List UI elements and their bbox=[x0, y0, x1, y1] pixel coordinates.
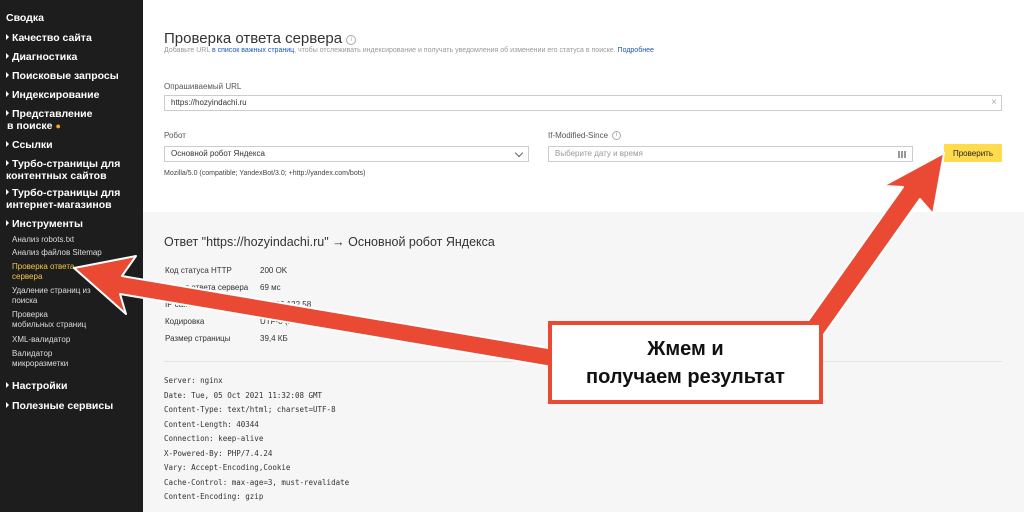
sidebar-item-search-appearance[interactable]: Представление в поиске ● bbox=[6, 108, 92, 132]
encoding-key: Кодировка bbox=[165, 317, 205, 326]
ip-value: 185.26.122.58 bbox=[260, 300, 312, 309]
check-form-panel: Проверка ответа сервера i Добавьте URL в … bbox=[143, 0, 1024, 212]
sidebar-item-settings[interactable]: Настройки bbox=[6, 380, 67, 392]
triangle-right-icon bbox=[6, 189, 9, 195]
header-line: X-Powered-By: PHP/7.4.24 bbox=[164, 449, 273, 458]
header-line: Content-Length: 40344 bbox=[164, 420, 259, 429]
info-icon[interactable]: i bbox=[612, 131, 622, 140]
important-pages-link[interactable]: в список важных страниц bbox=[212, 47, 294, 54]
ip-key: IP сайта bbox=[165, 300, 196, 309]
sidebar-subitem-xml-validator[interactable]: XML-валидатор bbox=[12, 335, 70, 345]
page-subtitle: Добавьте URL в список важных страниц, чт… bbox=[164, 47, 654, 54]
header-line: Server: nginx bbox=[164, 376, 223, 385]
annotation-callout: Жмем и получаем результат bbox=[548, 321, 823, 404]
response-time-key: Время ответа сервера bbox=[165, 283, 249, 292]
if-modified-since-label: If-Modified-Since i bbox=[548, 131, 622, 140]
response-title: Ответ "https://hozyindachi.ru" → Основно… bbox=[164, 235, 495, 249]
triangle-right-icon bbox=[6, 91, 9, 97]
robot-select[interactable]: Основной робот Яндекса bbox=[164, 146, 529, 162]
sidebar-subitem-markup-validator[interactable]: Валидатор микроразметки bbox=[12, 349, 68, 369]
encoding-value: UTF-8 (ISO-8859-1-utf-8, UTF8) bbox=[260, 317, 375, 326]
sidebar-subitem-remove-pages[interactable]: Удаление страниц из поиска bbox=[12, 286, 91, 306]
triangle-right-icon bbox=[6, 402, 9, 408]
sidebar-item-summary[interactable]: Сводка bbox=[6, 12, 44, 24]
triangle-right-icon bbox=[6, 141, 9, 147]
triangle-right-icon bbox=[6, 160, 9, 166]
robot-label: Робот bbox=[164, 131, 186, 140]
triangle-right-icon bbox=[6, 382, 9, 388]
sidebar-item-useful-services[interactable]: Полезные сервисы bbox=[6, 400, 113, 412]
header-line: Content-Type: text/html; charset=UTF-8 bbox=[164, 405, 336, 414]
sidebar-item-site-quality[interactable]: Качество сайта bbox=[6, 32, 92, 44]
header-line: Connection: keep-alive bbox=[164, 434, 264, 443]
main-content: Проверка ответа сервера i Добавьте URL в … bbox=[143, 0, 1024, 512]
triangle-right-icon bbox=[6, 72, 9, 78]
page-size-value: 39,4 КБ bbox=[260, 334, 288, 343]
header-line: Cache-Control: max-age=3, must-revalidat… bbox=[164, 478, 350, 487]
more-link[interactable]: Подробнее bbox=[618, 47, 654, 54]
calendar-icon[interactable] bbox=[898, 151, 907, 158]
triangle-right-icon bbox=[6, 110, 9, 116]
page-size-key: Размер страницы bbox=[165, 334, 231, 343]
chevron-down-icon bbox=[514, 148, 524, 158]
sidebar-item-search-queries[interactable]: Поисковые запросы bbox=[6, 70, 119, 82]
sidebar: Сводка Качество сайта Диагностика Поиско… bbox=[0, 0, 143, 512]
page-title: Проверка ответа сервера i bbox=[164, 30, 357, 47]
sidebar-subitem-server-response[interactable]: Проверка ответа сервера bbox=[12, 262, 74, 282]
url-label: Опрашиваемый URL bbox=[164, 82, 242, 91]
sidebar-item-indexing[interactable]: Индексирование bbox=[6, 89, 99, 101]
clear-icon[interactable]: × bbox=[991, 96, 997, 110]
user-agent-text: Mozilla/5.0 (compatible; YandexBot/3.0; … bbox=[164, 170, 366, 177]
header-line: Date: Tue, 05 Oct 2021 11:32:08 GMT bbox=[164, 391, 323, 400]
url-input[interactable]: https://hozyindachi.ru × bbox=[164, 95, 1002, 111]
status-code-key: Код статуса HTTP bbox=[165, 266, 232, 275]
sidebar-subitem-sitemap[interactable]: Анализ файлов Sitemap bbox=[12, 248, 102, 258]
triangle-right-icon bbox=[6, 220, 9, 226]
sidebar-item-links[interactable]: Ссылки bbox=[6, 139, 53, 151]
sidebar-subitem-robots[interactable]: Анализ robots.txt bbox=[12, 235, 74, 245]
sidebar-item-turbo-shops[interactable]: Турбо-страницы для интернет-магазинов bbox=[6, 187, 120, 211]
info-icon[interactable]: i bbox=[346, 35, 357, 45]
new-badge-icon: ● bbox=[55, 121, 61, 131]
status-code-value: 200 OK bbox=[260, 266, 288, 275]
sidebar-item-diagnostics[interactable]: Диагностика bbox=[6, 51, 77, 63]
sidebar-item-turbo-content[interactable]: Турбо-страницы для контентных сайтов bbox=[6, 158, 120, 182]
check-button[interactable]: Проверить bbox=[944, 144, 1002, 162]
sidebar-item-tools[interactable]: Инструменты bbox=[6, 218, 83, 230]
sidebar-subitem-mobile-check[interactable]: Проверка мобильных страниц bbox=[12, 310, 86, 330]
response-time-value: 69 мс bbox=[260, 283, 281, 292]
triangle-right-icon bbox=[6, 53, 9, 59]
header-line: Content-Encoding: gzip bbox=[164, 492, 264, 501]
triangle-right-icon bbox=[6, 34, 9, 40]
if-modified-since-input[interactable]: Выберите дату и время bbox=[548, 146, 913, 162]
header-line: Vary: Accept-Encoding,Cookie bbox=[164, 463, 291, 472]
